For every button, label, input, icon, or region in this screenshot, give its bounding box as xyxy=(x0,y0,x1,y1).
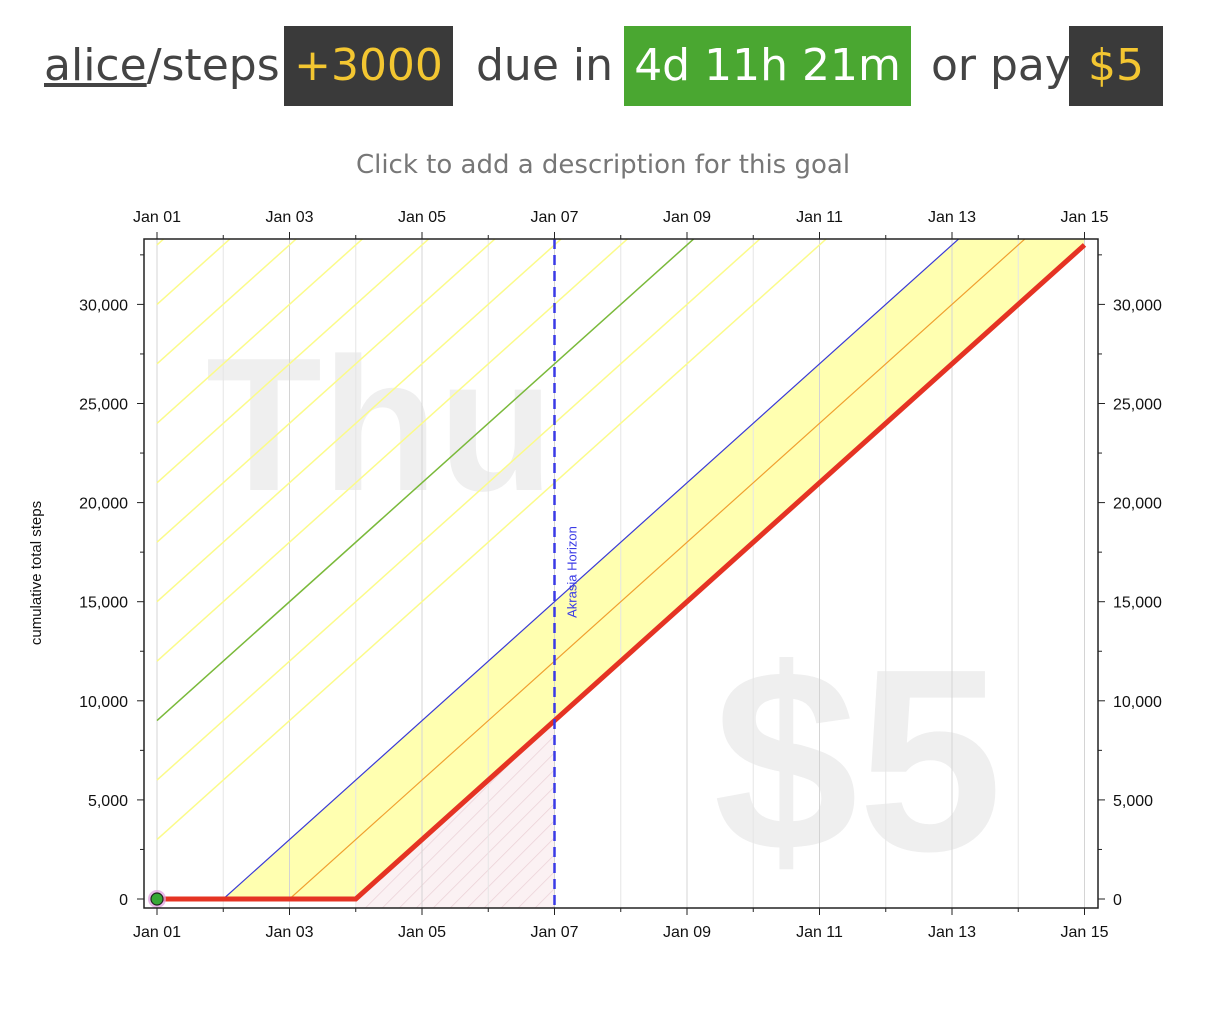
x-tick-label-top: Jan 07 xyxy=(530,209,578,226)
goal-description-prompt[interactable]: Click to add a description for this goal xyxy=(0,150,1206,180)
delta-badge: +3000 xyxy=(284,26,453,106)
x-tick-label: Jan 15 xyxy=(1060,924,1108,941)
y-tick-label-right: 25,000 xyxy=(1113,397,1162,414)
x-tick-label: Jan 05 xyxy=(398,924,446,941)
y-tick-label: 30,000 xyxy=(79,297,128,314)
y-tick-label: 20,000 xyxy=(79,496,128,513)
y-tick-label-right: 20,000 xyxy=(1113,496,1162,513)
y-tick-label-right: 15,000 xyxy=(1113,595,1162,612)
goal-chart: Thu$5Akrasia Horizon Jan 01Jan 01Jan 03J… xyxy=(28,209,1162,941)
x-tick-label: Jan 11 xyxy=(796,924,843,941)
pledge-badge: $5 xyxy=(1069,26,1163,106)
due-label: due in xyxy=(476,40,613,91)
goal-title: alice/steps: xyxy=(44,38,294,94)
y-tick-label-right: 30,000 xyxy=(1113,297,1162,314)
x-tick-label: Jan 03 xyxy=(265,924,313,941)
x-tick-label-top: Jan 13 xyxy=(928,209,976,226)
y-tick-label: 15,000 xyxy=(79,595,128,612)
x-tick-label: Jan 07 xyxy=(530,924,578,941)
y-tick-label: 0 xyxy=(119,892,128,909)
y-tick-label-right: 0 xyxy=(1113,892,1122,909)
y-tick-label-right: 10,000 xyxy=(1113,694,1162,711)
x-tick-label-top: Jan 01 xyxy=(133,209,181,226)
countdown-badge: 4d 11h 21m xyxy=(624,26,911,106)
goal-header: alice/steps: +3000 due in 4d 11h 21m or … xyxy=(0,24,1206,110)
pay-label: or pay xyxy=(931,40,1071,91)
x-tick-label-top: Jan 11 xyxy=(796,209,843,226)
datapoint xyxy=(150,892,164,906)
x-tick-label: Jan 01 xyxy=(133,924,181,941)
x-tick-label: Jan 09 xyxy=(663,924,711,941)
x-tick-label-top: Jan 05 xyxy=(398,209,446,226)
goal-slug: /steps: xyxy=(146,40,295,91)
y-axis-label: cumulative total steps xyxy=(28,501,45,645)
y-tick-label: 5,000 xyxy=(88,793,128,810)
x-tick-label-top: Jan 09 xyxy=(663,209,711,226)
y-tick-label: 10,000 xyxy=(79,694,128,711)
x-tick-label-top: Jan 03 xyxy=(265,209,313,226)
akrasia-horizon-label: Akrasia Horizon xyxy=(565,526,580,618)
watermark-pledge: $5 xyxy=(713,616,1002,906)
y-tick-label: 25,000 xyxy=(79,397,128,414)
x-tick-label-top: Jan 15 xyxy=(1060,209,1108,226)
username-link[interactable]: alice xyxy=(44,40,147,91)
y-tick-label-right: 5,000 xyxy=(1113,793,1153,810)
x-tick-label: Jan 13 xyxy=(928,924,976,941)
